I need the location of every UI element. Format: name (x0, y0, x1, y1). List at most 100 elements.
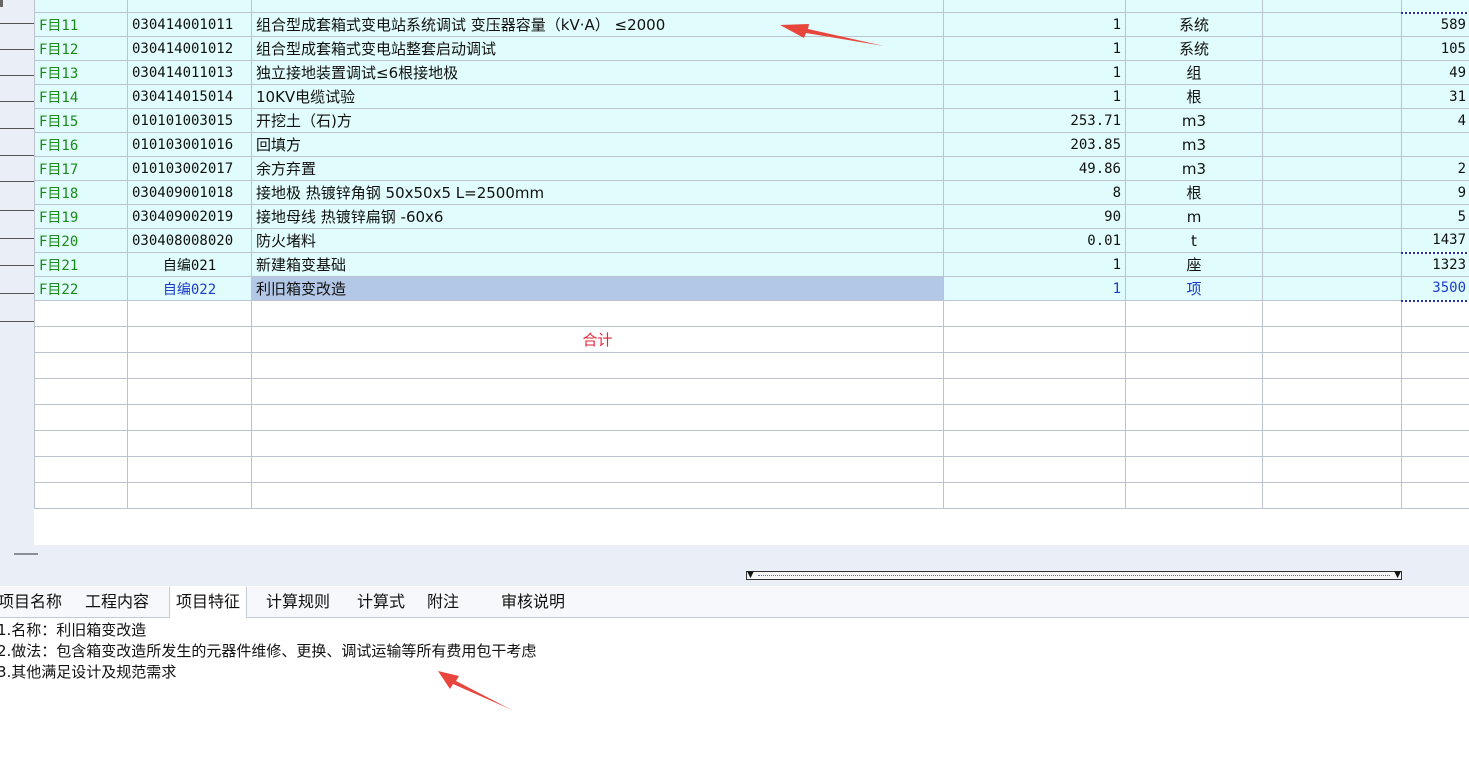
row-unit: 根 (1125, 84, 1263, 109)
tree-branch-icon (0, 23, 36, 24)
row-price: 589 (1401, 12, 1469, 37)
empty-row (34, 456, 1469, 483)
annotation-arrow-icon (438, 671, 512, 710)
table-row[interactable]: F目18 030409001018 接地极 热镀锌角钢 50x50x5 L=25… (34, 180, 1469, 205)
row-qty[interactable]: 1 (943, 60, 1126, 85)
row-qty[interactable]: 203.85 (943, 132, 1126, 157)
table-row[interactable]: F目14 030414015014 10KV电缆试验 1 根 31 (34, 84, 1469, 109)
scroll-left-icon[interactable]: ▼ (747, 571, 754, 580)
table-row[interactable]: F目20 030408008020 防火堵料 0.01 t 1437 (34, 228, 1469, 254)
empty-row (34, 482, 1469, 509)
row-code: 030408008020 (127, 228, 252, 253)
row-empty-cell (1262, 180, 1402, 205)
table-row[interactable]: F目11 030414001011 组合型成套箱式变电站系统调试 变压器容量（k… (34, 12, 1469, 37)
feature-text-area[interactable]: 1.名称：利旧箱变改造 2.做法：包含箱变改造所发生的元器件维修、更换、调试运输… (0, 620, 1469, 683)
row-seq: F目15 (34, 108, 128, 133)
row-price: 3500 (1401, 276, 1469, 302)
row-qty[interactable]: 1 (943, 36, 1126, 61)
row-unit: m3 (1125, 132, 1263, 157)
row-seq: F目14 (34, 84, 128, 109)
row-empty-cell (1262, 60, 1402, 85)
row-seq: F目19 (34, 204, 128, 229)
row-unit: 座 (1125, 252, 1263, 277)
bill-grid: F目11 030414001011 组合型成套箱式变电站系统调试 变压器容量（k… (0, 0, 1469, 545)
row-qty[interactable]: 90 (943, 204, 1126, 229)
row-qty[interactable]: 1 (943, 12, 1126, 37)
row-code: 010103001016 (127, 132, 252, 157)
tab-work-content[interactable]: 工程内容 (79, 587, 155, 617)
table-row[interactable]: F目16 010103001016 回填方 203.85 m3 (34, 132, 1469, 157)
feature-line: 2.做法：包含箱变改造所发生的元器件维修、更换、调试运输等所有费用包干考虑 (0, 642, 537, 660)
row-empty-cell (1262, 276, 1402, 301)
row-empty-cell (1262, 252, 1402, 277)
row-name[interactable]: 余方弃置 (251, 156, 944, 181)
row-unit: 系统 (1125, 12, 1263, 37)
table-row[interactable]: F目17 010103002017 余方弃置 49.86 m3 2 (34, 156, 1469, 181)
row-name[interactable]: 10KV电缆试验 (251, 84, 944, 109)
tree-branch-icon (0, 75, 36, 76)
table-row[interactable]: F目19 030409002019 接地母线 热镀锌扁钢 -60x6 90 m … (34, 204, 1469, 229)
row-seq: F目11 (34, 12, 128, 37)
tree-branch-icon (0, 293, 36, 294)
row-code: 010103002017 (127, 156, 252, 181)
table-row-selected[interactable]: F目22 自编022 利旧箱变改造 1 项 3500 (34, 276, 1469, 302)
row-name[interactable]: 回填方 (251, 132, 944, 157)
row-seq: F目20 (34, 228, 128, 253)
row-qty[interactable]: 0.01 (943, 228, 1126, 253)
feature-line: 1.名称：利旧箱变改造 (0, 621, 147, 639)
tree-branch-icon (0, 238, 36, 239)
table-row[interactable]: F目21 自编021 新建箱变基础 1 座 1323 (34, 252, 1469, 277)
row-unit: 系统 (1125, 36, 1263, 61)
tab-calc-rules[interactable]: 计算规则 (260, 587, 336, 617)
annotation-arrow-icon (780, 24, 884, 46)
splitter-bar[interactable]: ▼ ▼ (0, 545, 1469, 586)
tree-branch-icon (0, 49, 36, 50)
row-empty-cell (1262, 108, 1402, 133)
scrollbar-track[interactable] (757, 575, 1391, 576)
row-code: 030414011013 (127, 60, 252, 85)
row-empty-cell (1262, 84, 1402, 109)
row-seq: F目12 (34, 36, 128, 61)
row-qty[interactable]: 8 (943, 180, 1126, 205)
row-qty[interactable]: 1 (943, 252, 1126, 277)
tree-branch-icon (0, 155, 36, 156)
row-price: 49 (1401, 60, 1469, 85)
row-unit: m3 (1125, 108, 1263, 133)
total-label: 合计 (251, 326, 944, 353)
tab-project-features[interactable]: 项目特征 (169, 587, 248, 618)
row-name[interactable]: 独立接地装置调试≤6根接地极 (251, 60, 944, 85)
row-price: 1437 (1401, 228, 1469, 254)
tree-branch-icon (0, 265, 36, 266)
row-name[interactable]: 新建箱变基础 (251, 252, 944, 277)
row-name[interactable]: 开挖土（石)方 (251, 108, 944, 133)
row-qty[interactable]: 49.86 (943, 156, 1126, 181)
row-unit: t (1125, 228, 1263, 253)
row-seq: F目22 (34, 276, 128, 301)
horizontal-scrollbar[interactable]: ▼ ▼ (746, 571, 1402, 580)
tree-branch-icon (0, 321, 36, 322)
tab-project-name[interactable]: 项目名称 (0, 587, 68, 617)
row-qty[interactable]: 1 (943, 276, 1126, 301)
bottom-tab-bar: 项目名称 工程内容 项目特征 计算规则 计算式 附注 审核说明 (0, 587, 1469, 618)
collapse-icon[interactable] (14, 553, 38, 555)
table-row[interactable]: F目12 030414001012 组合型成套箱式变电站整套启动调试 1 系统 … (34, 36, 1469, 61)
row-name[interactable]: 接地母线 热镀锌扁钢 -60x6 (251, 204, 944, 229)
row-name-editing[interactable]: 利旧箱变改造 (251, 276, 944, 301)
tab-formula[interactable]: 计算式 (351, 587, 411, 617)
table-row[interactable] (34, 0, 1469, 14)
row-qty[interactable]: 1 (943, 84, 1126, 109)
row-code: 030414015014 (127, 84, 252, 109)
row-unit: 项 (1125, 276, 1263, 301)
total-row: 合计 (34, 326, 1469, 353)
table-row[interactable]: F目15 010101003015 开挖土（石)方 253.71 m3 4 (34, 108, 1469, 133)
row-empty-cell (1262, 204, 1402, 229)
tab-notes[interactable]: 附注 (421, 587, 465, 617)
tree-branch-icon (0, 101, 36, 102)
row-name[interactable]: 防火堵料 (251, 228, 944, 253)
row-name[interactable]: 接地极 热镀锌角钢 50x50x5 L=2500mm (251, 180, 944, 205)
table-row[interactable]: F目13 030414011013 独立接地装置调试≤6根接地极 1 组 49 (34, 60, 1469, 85)
row-price: 9 (1401, 180, 1469, 205)
tab-review-notes[interactable]: 审核说明 (495, 587, 571, 617)
scroll-right-icon[interactable]: ▼ (1394, 571, 1401, 580)
row-qty[interactable]: 253.71 (943, 108, 1126, 133)
